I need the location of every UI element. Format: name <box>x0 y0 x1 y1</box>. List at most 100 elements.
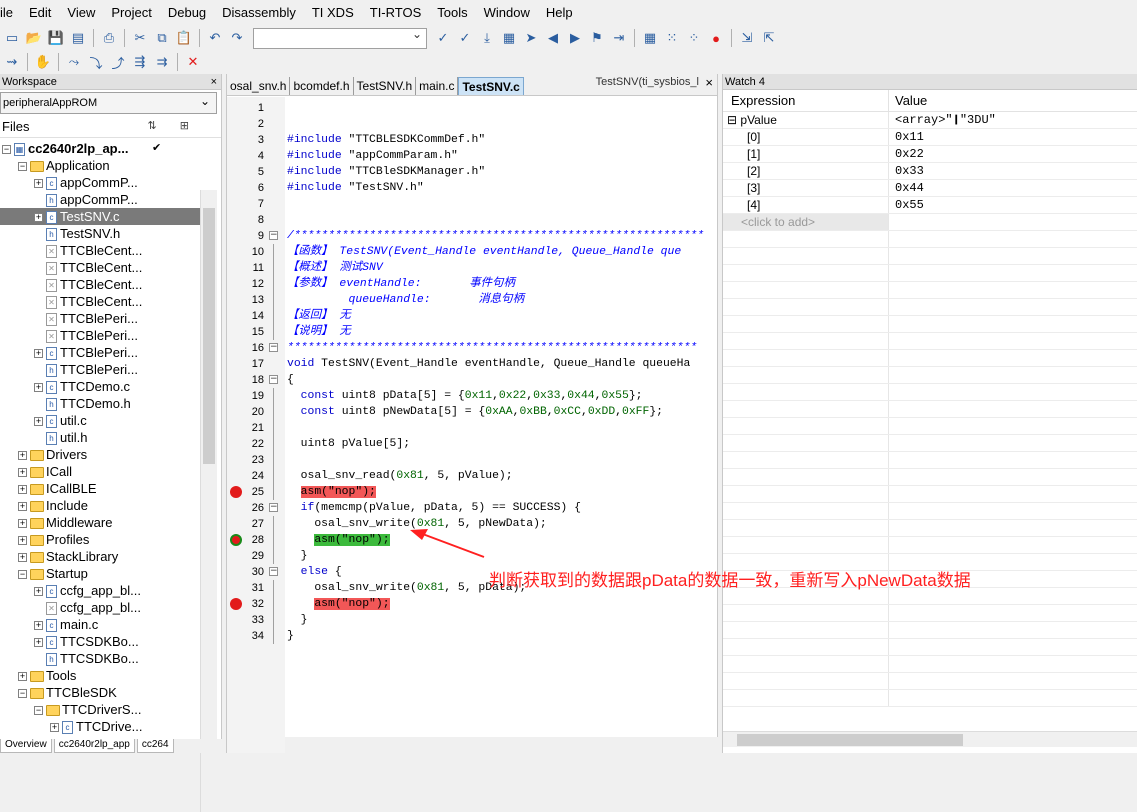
code-line[interactable]: 3 #include "TTCBLESDKCommDef.h" <box>227 132 719 148</box>
undo-icon[interactable]: ↶ <box>205 28 225 48</box>
nav-forward-icon[interactable]: ▶ <box>565 28 585 48</box>
nav-back-icon[interactable]: ◀ <box>543 28 563 48</box>
code-line[interactable]: 21 <box>227 420 719 436</box>
fold-toggle-icon[interactable]: − <box>269 231 278 240</box>
code-line[interactable]: 8 <box>227 212 719 228</box>
save-icon[interactable]: 💾 <box>46 28 66 48</box>
collapse-icon[interactable]: − <box>18 162 27 172</box>
expand-icon[interactable]: + <box>34 638 43 648</box>
menu-ti-xds[interactable]: TI XDS <box>304 0 362 26</box>
editor-close-icon[interactable]: × <box>705 75 713 90</box>
tree-file[interactable]: ✕ TTCBleCent... <box>0 293 200 310</box>
workspace-tab[interactable]: cc2640r2lp_app <box>53 739 135 753</box>
menu-edit[interactable]: Edit <box>21 0 59 26</box>
tree-file[interactable]: + c main.c <box>0 616 200 633</box>
redo-icon[interactable]: ↷ <box>227 28 247 48</box>
code-line[interactable]: 32 asm("nop"); <box>227 596 719 612</box>
stop-build-icon[interactable]: ⁘ <box>684 28 704 48</box>
watch-expression[interactable]: [3] <box>723 180 889 196</box>
tree-file[interactable]: ✕ TTCBlePeri... <box>0 310 200 327</box>
find-combo[interactable] <box>253 27 427 49</box>
tree-file[interactable]: h TTCSDKBo... <box>0 650 200 667</box>
tree-folder[interactable]: − Application <box>0 157 200 174</box>
code-line[interactable]: 26− if(memcmp(pValue, pData, 5) == SUCCE… <box>227 500 719 516</box>
fold-toggle-icon[interactable]: − <box>269 503 278 512</box>
stop-debugging-icon[interactable]: ✕ <box>183 52 203 72</box>
code-line[interactable]: 9−/*************************************… <box>227 228 719 244</box>
watch-value[interactable]: 0x22 <box>889 146 924 162</box>
watch-value[interactable]: 0x11 <box>889 129 924 145</box>
tree-file[interactable]: + c TTCDemo.c <box>0 378 200 395</box>
tree-folder[interactable]: + Tools <box>0 667 200 684</box>
tree-folder[interactable]: + ICallBLE <box>0 480 200 497</box>
tree-file[interactable]: + c util.c <box>0 412 200 429</box>
code-line[interactable]: 1 <box>227 100 719 116</box>
code-line[interactable]: 20 const uint8 pNewData[5] = {0xAA,0xBB,… <box>227 404 719 420</box>
toggle-bookmark-icon[interactable]: ⇥ <box>609 28 629 48</box>
code-line[interactable]: 5 #include "TTCBleSDKManager.h" <box>227 164 719 180</box>
watch-scroll-thumb[interactable] <box>737 734 963 746</box>
menu-ti-rtos[interactable]: TI-RTOS <box>362 0 430 26</box>
watch-expression[interactable]: [2] <box>723 163 889 179</box>
code-line[interactable]: 18−{ <box>227 372 719 388</box>
menu-debug[interactable]: Debug <box>160 0 214 26</box>
watch-row[interactable]: [2] 0x33 <box>723 163 1137 180</box>
replace-icon[interactable]: ▦ <box>499 28 519 48</box>
tree-folder[interactable]: + StackLibrary <box>0 548 200 565</box>
expand-icon[interactable]: + <box>34 213 43 223</box>
configuration-select[interactable]: peripheralAppROM <box>0 91 217 114</box>
watch-expression[interactable]: [0] <box>723 129 889 145</box>
tree-file[interactable]: ✕ TTCBleCent... <box>0 276 200 293</box>
expand-icon[interactable]: + <box>18 451 27 461</box>
tree-folder[interactable]: − TTCBleSDK <box>0 684 200 701</box>
fold-toggle-icon[interactable]: − <box>269 343 278 352</box>
fold-toggle-icon[interactable]: − <box>269 375 278 384</box>
editor-tab[interactable]: TestSNV.c <box>458 77 524 95</box>
step-out-icon[interactable]: ⤴ <box>108 52 128 72</box>
workspace-scrollbar[interactable] <box>200 190 217 812</box>
make-icon[interactable]: ⁙ <box>662 28 682 48</box>
open-folder-icon[interactable]: 📂 <box>24 28 44 48</box>
download-debug-icon[interactable]: ⇲ <box>737 28 757 48</box>
tree-file[interactable]: h TestSNV.h <box>0 225 200 242</box>
collapse-icon[interactable]: − <box>34 706 43 716</box>
code-line[interactable]: 7 <box>227 196 719 212</box>
code-line[interactable]: 12 【参数】 eventHandle: 事件句柄 <box>227 276 719 292</box>
editor-tab[interactable]: main.c <box>416 77 459 95</box>
code-line[interactable]: 24 osal_snv_read(0x81, 5, pValue); <box>227 468 719 484</box>
tree-file[interactable]: ✕ TTCBleCent... <box>0 259 200 276</box>
expand-icon[interactable]: + <box>34 349 43 359</box>
cut-icon[interactable]: ✂ <box>130 28 150 48</box>
watch-value[interactable]: 0x55 <box>889 197 924 213</box>
tree-file[interactable]: + c ccfg_app_bl... <box>0 582 200 599</box>
workspace-tab[interactable]: Overview <box>0 739 52 753</box>
step-into-icon[interactable]: ⤵ <box>86 52 106 72</box>
watch-row[interactable]: [3] 0x44 <box>723 180 1137 197</box>
new-file-icon[interactable]: ▭ <box>2 28 22 48</box>
print-icon[interactable]: ⎙ <box>99 28 119 48</box>
collapse-icon[interactable]: − <box>18 570 27 580</box>
watch-value[interactable]: <array>"❙"3DU" <box>889 112 996 128</box>
tree-file[interactable]: ✕ TTCBlePeri... <box>0 327 200 344</box>
menu-project[interactable]: Project <box>103 0 159 26</box>
expand-icon[interactable]: + <box>34 179 43 189</box>
watch-hscrollbar[interactable] <box>723 731 1137 747</box>
editor-hscrollbar[interactable] <box>285 737 719 753</box>
tree-folder[interactable]: + Middleware <box>0 514 200 531</box>
expand-icon[interactable]: + <box>34 621 43 631</box>
workspace-close-icon[interactable]: × <box>211 74 217 90</box>
workspace-scroll-thumb[interactable] <box>203 208 215 464</box>
code-line[interactable]: 2 <box>227 116 719 132</box>
tree-file[interactable]: − ▦ cc2640r2lp_ap... ✔ <box>0 140 200 157</box>
workspace-tab[interactable]: cc264 <box>136 739 174 753</box>
fold-toggle-icon[interactable]: − <box>269 567 278 576</box>
tree-file[interactable]: ✕ TTCBleCent... <box>0 242 200 259</box>
code-line[interactable]: 4 #include "appCommParam.h" <box>227 148 719 164</box>
watch-value[interactable]: 0x44 <box>889 180 924 196</box>
find-prev-icon[interactable]: ✓ <box>455 28 475 48</box>
watch-expression[interactable]: ⊟ pValue <box>723 112 889 128</box>
expand-icon[interactable]: + <box>34 417 43 427</box>
tree-folder[interactable]: + Profiles <box>0 531 200 548</box>
expand-icon[interactable]: + <box>34 587 43 597</box>
expand-icon[interactable]: + <box>18 536 27 546</box>
